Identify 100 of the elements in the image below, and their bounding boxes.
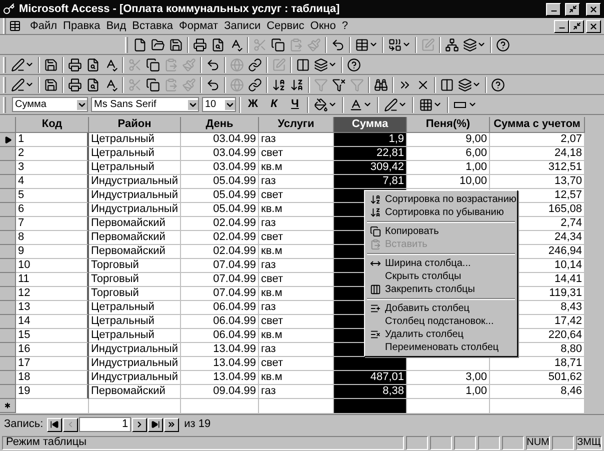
delete-column-icon bbox=[370, 329, 380, 340]
menu-item[interactable]: Формат bbox=[176, 18, 222, 34]
table-cell: кв.м bbox=[259, 161, 334, 175]
bold-button[interactable]: Ж bbox=[244, 96, 262, 113]
printer-icon bbox=[68, 58, 82, 72]
table-cell: 07.04.99 bbox=[181, 259, 259, 273]
table-cell: 9 bbox=[16, 245, 89, 259]
preview-icon bbox=[86, 58, 100, 72]
scissors-icon bbox=[253, 38, 267, 52]
column-header[interactable]: Услуги bbox=[259, 117, 334, 133]
column-header[interactable]: Район bbox=[89, 117, 181, 133]
minimize-button[interactable] bbox=[554, 20, 569, 32]
table-cell: 11 bbox=[16, 273, 89, 287]
first-record-button[interactable] bbox=[47, 418, 62, 432]
properties-icon bbox=[272, 58, 286, 72]
menu-item[interactable]: Окно bbox=[307, 18, 339, 34]
menu-item[interactable]: ? bbox=[338, 18, 351, 34]
menu-item[interactable]: Файл bbox=[27, 18, 60, 34]
table-cell: Цетральный bbox=[89, 329, 181, 343]
table-cell: Индустриальный bbox=[89, 175, 181, 189]
next-record-button[interactable] bbox=[132, 418, 148, 432]
table-cell: 07.04.99 bbox=[181, 273, 259, 287]
copy-icon bbox=[271, 38, 285, 52]
table-cell: 309,42 bbox=[334, 161, 407, 175]
close-button[interactable] bbox=[586, 2, 601, 16]
paste-icon bbox=[164, 58, 178, 72]
table-cell: 10 bbox=[16, 259, 89, 273]
status-panel bbox=[454, 436, 476, 450]
minimize-button[interactable] bbox=[546, 2, 561, 16]
table-cell: Индустриальный bbox=[89, 357, 181, 371]
first-icon bbox=[50, 420, 60, 429]
menu-item[interactable]: Вставка bbox=[129, 18, 176, 34]
spellcheck-icon bbox=[104, 78, 118, 92]
network-icon bbox=[445, 38, 459, 52]
caret-icon bbox=[402, 40, 411, 49]
sort-descending-icon bbox=[370, 207, 380, 218]
menu-item[interactable]: Правка bbox=[60, 18, 104, 34]
record-count: из 19 bbox=[184, 417, 211, 432]
new-record-icon bbox=[3, 401, 12, 410]
record-number-field[interactable]: 1 bbox=[79, 417, 132, 432]
close-icon bbox=[589, 22, 598, 30]
folder-icon bbox=[151, 38, 165, 52]
menu-item[interactable]: Вид bbox=[103, 18, 130, 34]
table-cell: Индустриальный bbox=[89, 203, 181, 217]
table-cell: 13.04.99 bbox=[181, 343, 259, 357]
table-cell: 05.04.99 bbox=[181, 189, 259, 203]
table-cell: 03.04.99 bbox=[181, 147, 259, 161]
copy-icon bbox=[146, 78, 160, 92]
table-cell: 03.04.99 bbox=[181, 161, 259, 175]
caret-icon bbox=[433, 100, 442, 109]
table-cell: 8,46 bbox=[490, 385, 585, 399]
table-cell: 14 bbox=[16, 315, 89, 329]
table-cell: свет bbox=[259, 273, 334, 287]
table-cell: 05.04.99 bbox=[181, 175, 259, 189]
table-cell: газ bbox=[259, 385, 334, 399]
undo-icon bbox=[331, 38, 345, 52]
globe-icon bbox=[230, 78, 244, 92]
status-text: Режим таблицы bbox=[2, 436, 404, 450]
table-cell: 3 bbox=[16, 161, 89, 175]
paste-icon bbox=[289, 38, 303, 52]
close-button[interactable] bbox=[586, 20, 601, 32]
record-label: Запись: bbox=[4, 417, 44, 432]
last-record-button[interactable] bbox=[148, 418, 164, 432]
font-size-combo[interactable]: 10 bbox=[202, 97, 236, 112]
printer-icon bbox=[68, 78, 82, 92]
undo-icon bbox=[206, 58, 220, 72]
italic-button[interactable]: К bbox=[265, 96, 283, 113]
help-icon bbox=[347, 58, 361, 72]
underline-button[interactable]: Ч bbox=[286, 96, 304, 113]
table-cell: 487,01 bbox=[334, 371, 407, 385]
field-combo[interactable]: Сумма bbox=[12, 97, 88, 112]
pen-icon bbox=[384, 98, 398, 112]
column-header[interactable]: Код bbox=[16, 117, 89, 133]
window-icon bbox=[440, 78, 454, 92]
font-combo[interactable]: Ms Sans Serif bbox=[91, 97, 199, 112]
table-cell: 501,62 bbox=[490, 371, 585, 385]
menu-item[interactable]: Записи bbox=[221, 18, 264, 34]
column-header[interactable]: Сумма с учетом bbox=[490, 117, 585, 133]
column-header[interactable]: Сумма bbox=[334, 117, 407, 133]
new-record-button[interactable] bbox=[164, 418, 180, 432]
paintbrush-icon bbox=[182, 78, 196, 92]
save-icon bbox=[44, 78, 58, 92]
link-icon bbox=[248, 58, 262, 72]
select-all-cell[interactable] bbox=[0, 117, 16, 133]
table-cell: 07.04.99 bbox=[181, 287, 259, 301]
table-icon bbox=[355, 38, 369, 52]
column-header[interactable]: День bbox=[181, 117, 259, 133]
table-cell: свет bbox=[259, 189, 334, 203]
column-header[interactable]: Пеня(%) bbox=[407, 117, 490, 133]
restore-button[interactable] bbox=[565, 2, 580, 16]
table-cell: 24,18 bbox=[490, 147, 585, 161]
previous-record-button[interactable] bbox=[63, 418, 78, 432]
menu-item[interactable]: Сервис bbox=[264, 18, 308, 34]
table-cell: свет bbox=[259, 231, 334, 245]
pen-icon bbox=[11, 78, 25, 92]
row-selector[interactable] bbox=[0, 133, 16, 147]
help-icon bbox=[491, 78, 505, 92]
table-cell: 3,00 bbox=[407, 371, 490, 385]
table-cell: 7,81 bbox=[334, 175, 407, 189]
restore-button[interactable] bbox=[569, 20, 584, 32]
